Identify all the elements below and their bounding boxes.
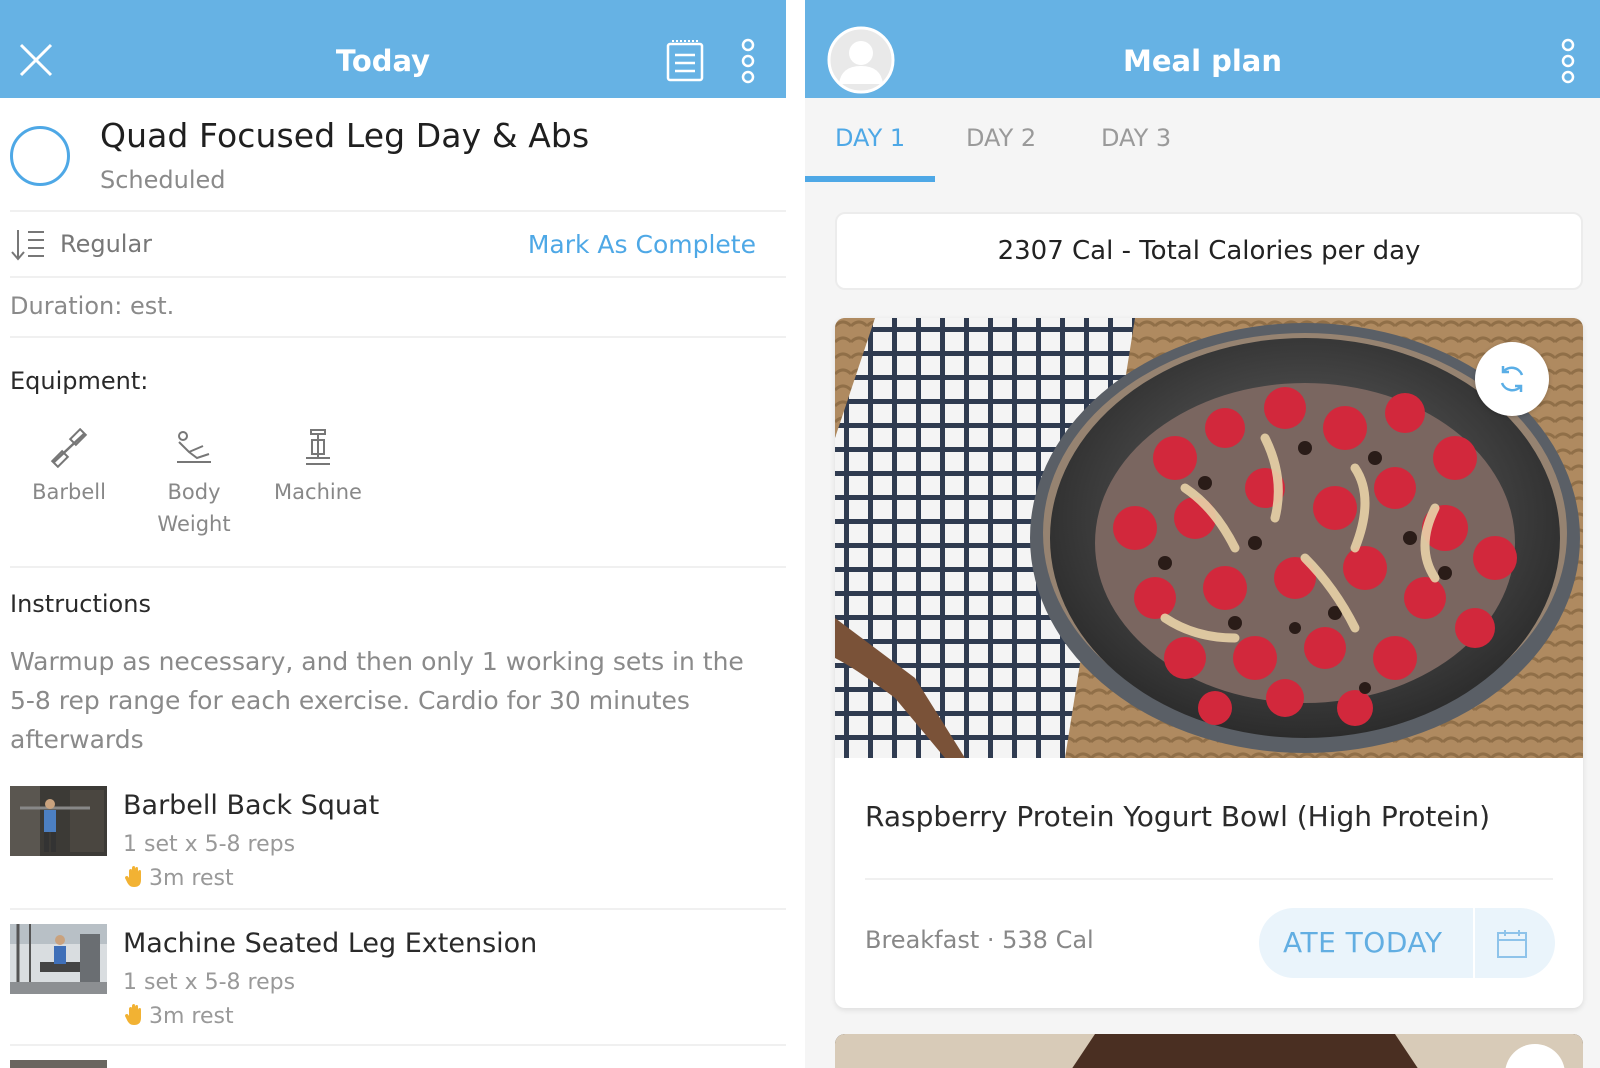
ate-today-button[interactable]: ATE TODAY xyxy=(1283,908,1442,978)
exercise-rest-text: 3m rest xyxy=(149,866,234,891)
exercise-thumbnail xyxy=(10,1060,107,1068)
notes-icon[interactable] xyxy=(666,38,704,82)
sort-label[interactable]: Regular xyxy=(60,230,152,258)
next-meal-card[interactable] xyxy=(835,1034,1583,1068)
meal-meta: Breakfast · 538 Cal xyxy=(865,926,1094,954)
workout-title: Quad Focused Leg Day & Abs xyxy=(100,116,590,155)
divider xyxy=(10,566,786,568)
duration: Duration: est. xyxy=(10,292,175,320)
hand-icon xyxy=(125,1004,141,1025)
body-weight-icon xyxy=(177,431,211,463)
meal-plan-panel: Meal plan DAY 1 DAY 2 DAY 3 2307 Cal - T… xyxy=(805,0,1600,1068)
instructions-heading: Instructions xyxy=(10,590,151,618)
tab-day-2[interactable]: DAY 2 xyxy=(966,124,1036,152)
workout-panel: Today Quad Focused Leg Day & Abs Schedul… xyxy=(0,0,786,1068)
exercise-row[interactable]: Machine Seated Leg Extension 1 set x 5-8… xyxy=(10,924,780,1044)
exercise-thumbnail xyxy=(10,924,107,994)
equipment-label: Barbell xyxy=(32,480,106,504)
more-vertical-icon[interactable] xyxy=(1560,38,1576,84)
instructions-text: Warmup as necessary, and then only 1 wor… xyxy=(10,647,744,754)
exercise-sets: 1 set x 5-8 reps xyxy=(123,832,296,857)
exercise-name: Machine Seated Leg Extension xyxy=(123,928,538,959)
day-tabs: DAY 1 DAY 2 DAY 3 xyxy=(805,98,1600,182)
divider xyxy=(10,908,786,910)
exercise-rest: 3m rest xyxy=(123,865,234,891)
calendar-icon[interactable] xyxy=(1495,928,1529,960)
divider xyxy=(865,878,1553,880)
swap-meal-button[interactable] xyxy=(1475,342,1549,416)
divider xyxy=(10,276,786,278)
total-calories: 2307 Cal - Total Calories per day xyxy=(835,212,1583,290)
equipment-label: Body Weight xyxy=(157,480,231,536)
header-title: Meal plan xyxy=(1122,44,1283,78)
exercise-sets: 1 set x 5-8 reps xyxy=(123,970,296,995)
barbell-icon xyxy=(50,427,88,469)
tab-day-1[interactable]: DAY 1 xyxy=(835,124,905,152)
complete-checkbox[interactable] xyxy=(10,126,70,186)
exercise-rest: 3m rest xyxy=(123,1003,234,1029)
divider xyxy=(1473,908,1475,978)
equipment-body-weight: Body Weight xyxy=(144,428,244,540)
machine-icon xyxy=(306,429,330,465)
exercise-row[interactable]: Barbell Back Squat 1 set x 5-8 reps 3m r… xyxy=(10,786,780,906)
hand-icon xyxy=(125,866,141,887)
divider xyxy=(10,1044,786,1046)
meal-name[interactable]: Raspberry Protein Yogurt Bowl (High Prot… xyxy=(865,800,1490,833)
workout-header: Today xyxy=(0,0,786,98)
mark-complete-link[interactable]: Mark As Complete xyxy=(528,230,756,259)
more-vertical-icon[interactable] xyxy=(740,38,756,84)
exercise-name: Barbell Back Squat xyxy=(123,790,380,821)
meal-plan-header: Meal plan xyxy=(805,0,1600,98)
active-tab-indicator xyxy=(805,176,935,182)
exercise-thumbnail xyxy=(10,786,107,856)
equipment-label: Machine xyxy=(274,480,362,504)
header-title: Today xyxy=(335,44,431,78)
equipment-machine: Machine xyxy=(268,428,368,508)
meal-image xyxy=(835,318,1583,758)
panel-gap xyxy=(786,0,805,1068)
equipment-heading: Equipment: xyxy=(10,367,149,395)
tab-day-3[interactable]: DAY 3 xyxy=(1101,124,1171,152)
ate-today-control: ATE TODAY xyxy=(1259,908,1555,978)
workout-status: Scheduled xyxy=(100,166,226,194)
refresh-icon xyxy=(1500,366,1524,392)
exercise-rest-text: 3m rest xyxy=(149,1004,234,1029)
meal-card[interactable]: Raspberry Protein Yogurt Bowl (High Prot… xyxy=(835,318,1583,1008)
equipment-barbell: Barbell xyxy=(19,427,119,508)
sort-icon[interactable] xyxy=(10,228,46,262)
divider xyxy=(10,336,786,338)
divider xyxy=(10,210,786,212)
